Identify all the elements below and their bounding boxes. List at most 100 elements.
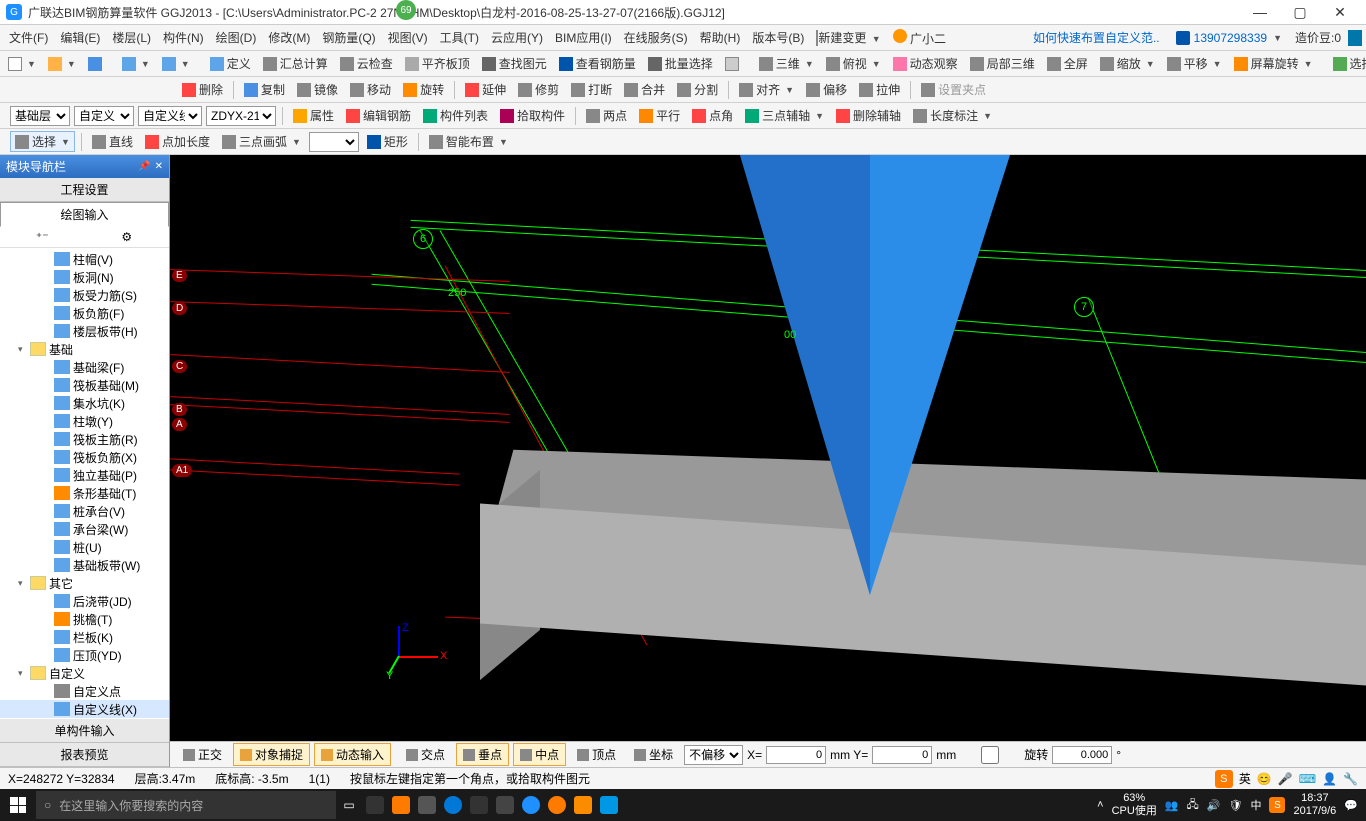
tray-network-icon[interactable]: 🖧: [1187, 796, 1199, 815]
minimize-button[interactable]: ―: [1240, 1, 1280, 23]
menu-draw[interactable]: 绘图(D): [211, 27, 262, 48]
redo-button[interactable]: ▼: [158, 56, 194, 72]
properties-button[interactable]: 属性: [289, 106, 338, 125]
open-button[interactable]: ▼: [44, 56, 80, 72]
menu-help[interactable]: 帮助(H): [695, 27, 746, 48]
ime-mic-icon[interactable]: 🎤: [1278, 772, 1293, 786]
tree-config-button[interactable]: ⚙: [85, 226, 170, 247]
tree-node[interactable]: 筏板主筋(R): [0, 430, 169, 448]
task-app-8[interactable]: [596, 789, 622, 821]
tray-clock[interactable]: 18:372017/9/6: [1293, 792, 1336, 818]
tray-security-icon[interactable]: 🛡: [1229, 799, 1243, 812]
pin-icon[interactable]: 📌: [138, 161, 150, 172]
rotate-checkbox[interactable]: [960, 746, 1020, 764]
parallel-button[interactable]: 平行: [635, 106, 684, 125]
save-button[interactable]: [84, 56, 106, 72]
user-button[interactable]: 广小二: [888, 27, 951, 49]
tree-node[interactable]: 承台梁(W): [0, 520, 169, 538]
taskview-button[interactable]: ▭: [336, 789, 362, 821]
task-app-1[interactable]: [362, 789, 388, 821]
task-store[interactable]: [466, 789, 492, 821]
new-button[interactable]: ▼: [4, 56, 40, 72]
align-button[interactable]: 对齐▼: [735, 80, 798, 99]
customline-select[interactable]: 自定义线: [138, 106, 202, 126]
cpu-meter[interactable]: 63%CPU使用: [1112, 792, 1157, 818]
batch-select-button[interactable]: 批量选择: [644, 54, 717, 73]
point-angle-button[interactable]: 点角: [688, 106, 737, 125]
line-button[interactable]: 直线: [88, 132, 137, 151]
menu-rebar[interactable]: 钢筋量(Q): [317, 27, 380, 48]
ime-keyboard-icon[interactable]: ⌨: [1299, 772, 1316, 786]
mid-toggle[interactable]: 中点: [513, 743, 566, 766]
perp-toggle[interactable]: 垂点: [456, 743, 509, 766]
delete-aux-button[interactable]: 删除辅轴: [832, 106, 905, 125]
split-button[interactable]: 分割: [673, 80, 722, 99]
tab-project-setup[interactable]: 工程设置: [0, 178, 169, 202]
merge-button[interactable]: 合并: [620, 80, 669, 99]
task-app-4[interactable]: [492, 789, 518, 821]
stretch-button[interactable]: 拉伸: [855, 80, 904, 99]
dyninput-toggle[interactable]: 动态输入: [314, 743, 391, 766]
tree-node[interactable]: 板受力筋(S): [0, 286, 169, 304]
extend-button[interactable]: 延伸: [461, 80, 510, 99]
ortho-toggle[interactable]: 正交: [176, 743, 229, 766]
tree-node[interactable]: 桩(U): [0, 538, 169, 556]
tray-notifications-icon[interactable]: 💬: [1344, 799, 1358, 812]
tree-node[interactable]: 后浇带(JD): [0, 592, 169, 610]
tree-node[interactable]: 板洞(N): [0, 268, 169, 286]
tray-volume-icon[interactable]: 🔊: [1207, 799, 1221, 812]
view-rebar-button[interactable]: 查看钢筋量: [555, 54, 640, 73]
point-length-button[interactable]: 点加长度: [141, 132, 214, 151]
task-app-3[interactable]: [414, 789, 440, 821]
tree-node[interactable]: 筏板负筋(X): [0, 448, 169, 466]
empty-select[interactable]: [309, 132, 359, 152]
undo-button[interactable]: ▼: [118, 56, 154, 72]
tree-node[interactable]: 集水坑(K): [0, 394, 169, 412]
y-input[interactable]: [872, 746, 932, 764]
ime-bar[interactable]: S 英 😊 🎤 ⌨ 👤 🔧: [1215, 770, 1358, 788]
pan-button[interactable]: 平移▼: [1163, 54, 1226, 73]
ortho-button[interactable]: 俯视▼: [822, 54, 885, 73]
tree-node[interactable]: 自定义点: [0, 682, 169, 700]
tree-node[interactable]: 挑檐(T): [0, 610, 169, 628]
tree-node[interactable]: 独立基础(P): [0, 466, 169, 484]
menu-online[interactable]: 在线服务(S): [619, 27, 693, 48]
3d-button[interactable]: 三维▼: [755, 54, 818, 73]
tool-x-button[interactable]: [721, 56, 743, 72]
offset-button[interactable]: 偏移: [802, 80, 851, 99]
tab-single-input[interactable]: 单构件输入: [0, 719, 169, 743]
mirror-button[interactable]: 镜像: [293, 80, 342, 99]
tree-node[interactable]: 基础板带(W): [0, 556, 169, 574]
trim-button[interactable]: 修剪: [514, 80, 563, 99]
close-button[interactable]: ✕: [1320, 1, 1360, 23]
new-change-button[interactable]: 新建变更 ▼: [811, 27, 885, 48]
rect-button[interactable]: 矩形: [363, 132, 412, 151]
select-button[interactable]: 选择▼: [10, 131, 75, 152]
menu-component[interactable]: 构件(N): [158, 27, 209, 48]
tray-people-icon[interactable]: 👥: [1165, 799, 1179, 812]
menu-bim[interactable]: BIM应用(I): [550, 27, 617, 48]
task-app-7[interactable]: [570, 789, 596, 821]
tree-node[interactable]: ▾其它: [0, 574, 169, 592]
task-app-2[interactable]: [388, 789, 414, 821]
tree-node[interactable]: ▾基础: [0, 340, 169, 358]
menu-floor[interactable]: 楼层(L): [107, 27, 156, 48]
rotate-input[interactable]: [1052, 746, 1112, 764]
menu-view[interactable]: 视图(V): [383, 27, 433, 48]
aux3-button[interactable]: 三点辅轴▼: [741, 106, 828, 125]
break-button[interactable]: 打断: [567, 80, 616, 99]
tree-node[interactable]: 压顶(YD): [0, 646, 169, 664]
edit-rebar-button[interactable]: 编辑钢筋: [342, 106, 415, 125]
coord-toggle[interactable]: 坐标: [627, 743, 680, 766]
snap-toggle[interactable]: 对象捕捉: [233, 743, 310, 766]
custom-select[interactable]: 自定义: [74, 106, 134, 126]
tray-sogou-icon[interactable]: S: [1269, 797, 1285, 813]
set-grips-button[interactable]: 设置夹点: [917, 80, 990, 99]
tree-node[interactable]: ▾自定义: [0, 664, 169, 682]
vertex-toggle[interactable]: 顶点: [570, 743, 623, 766]
task-app-5[interactable]: [518, 789, 544, 821]
tree-node[interactable]: 自定义线(X): [0, 700, 169, 718]
layer-select[interactable]: 基础层: [10, 106, 70, 126]
local3d-button[interactable]: 局部三维: [966, 54, 1039, 73]
define-button[interactable]: 定义: [206, 54, 255, 73]
